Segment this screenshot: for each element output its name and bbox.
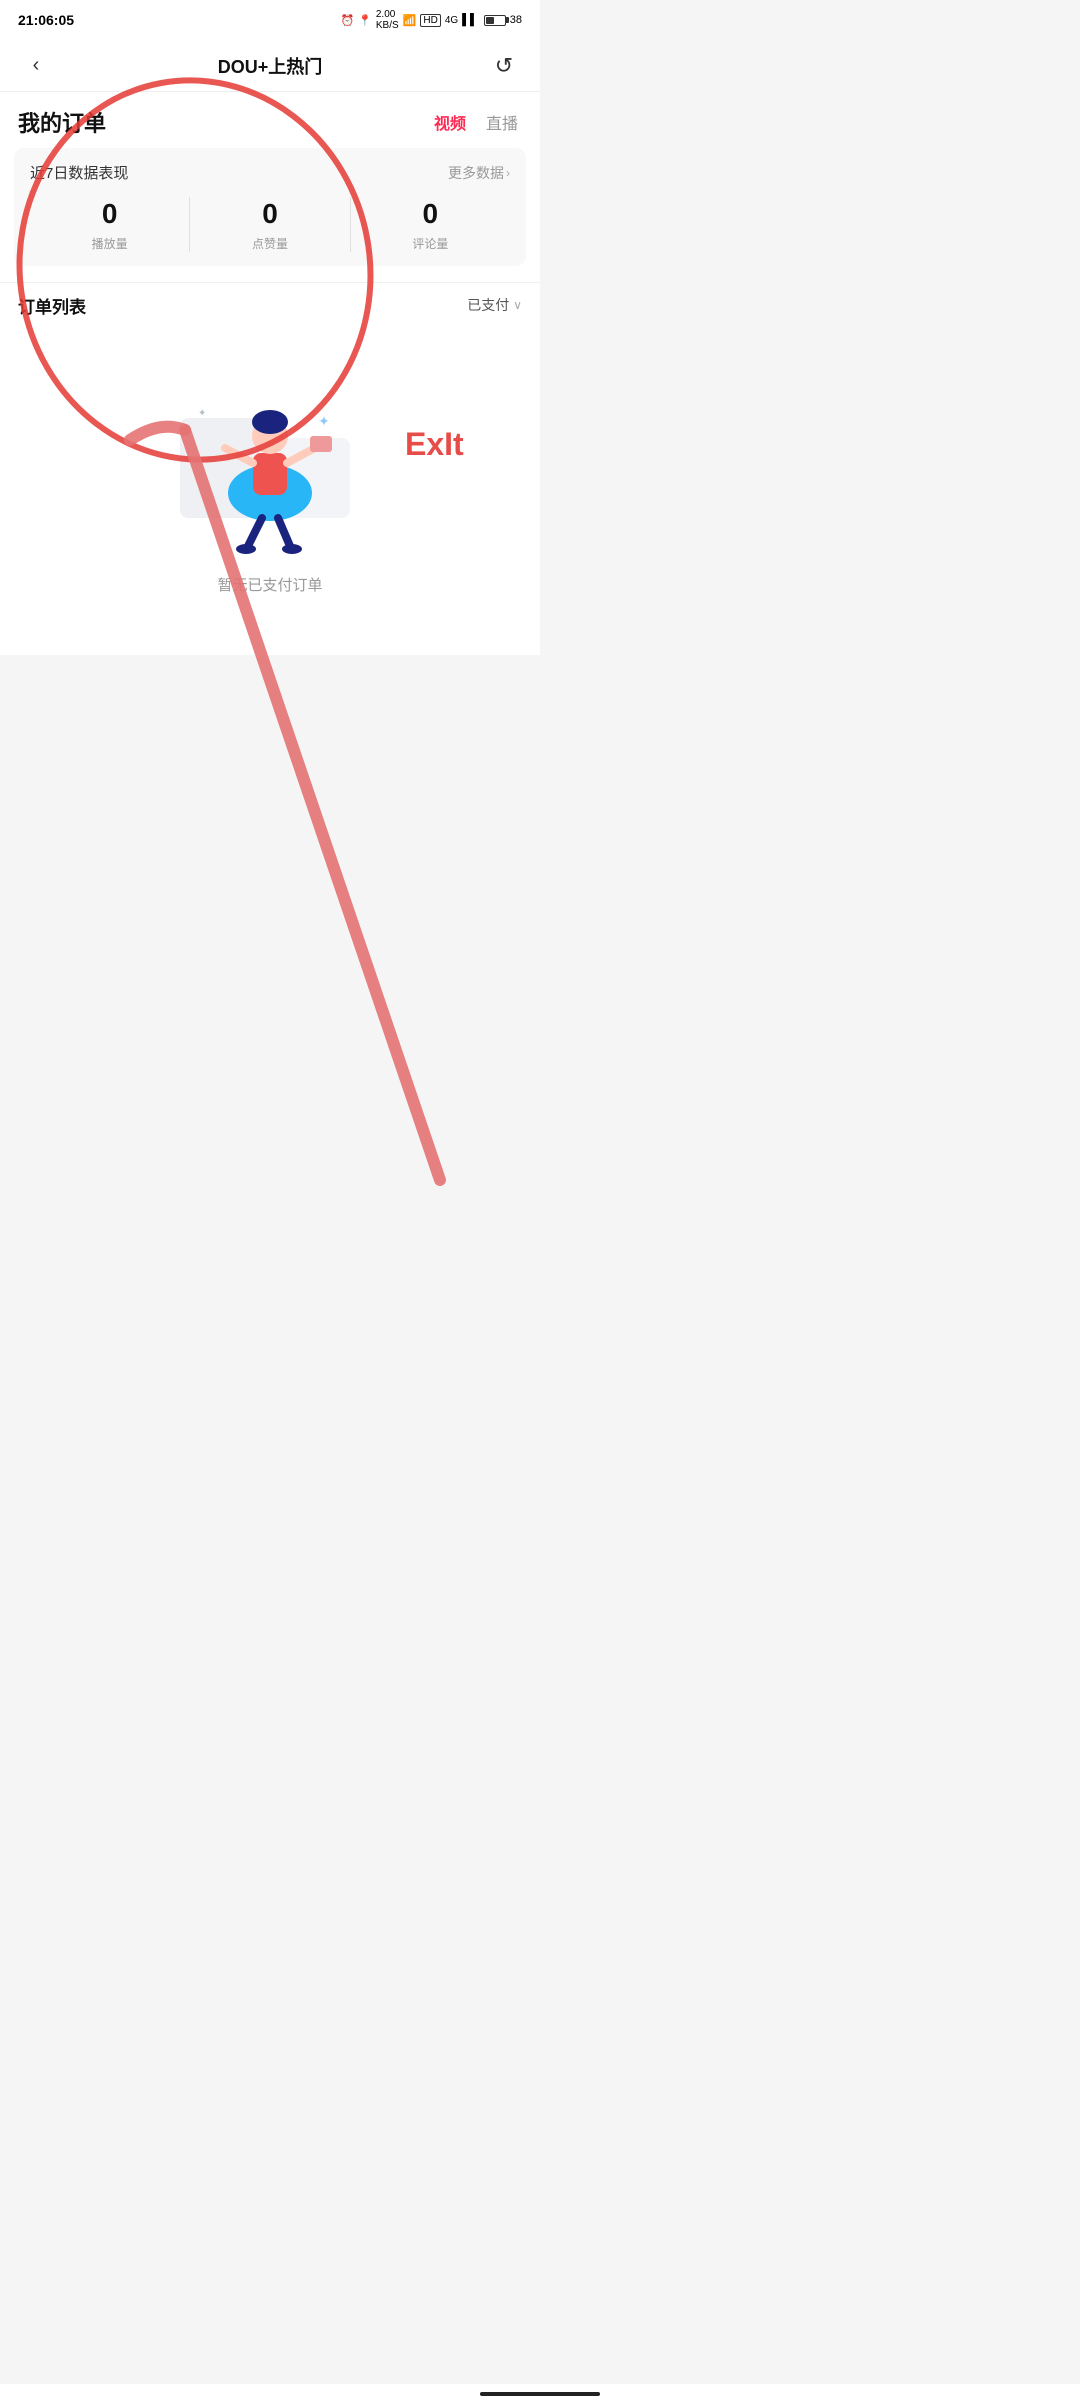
filter-label: 已支付 [467,295,509,315]
speed-label: 2.00KB/S [376,9,399,31]
signal-4g-icon: 4G [445,15,458,26]
more-data-button[interactable]: 更多数据 › [448,163,510,183]
refresh-icon: ↺ [495,53,513,79]
likes-label: 点赞量 [190,235,349,252]
stats-row: 0 播放量 0 点赞量 0 评论量 [30,197,510,252]
wifi-icon: 📶 [403,14,417,27]
back-icon: ‹ [33,54,40,77]
alarm-icon: ⏰ [340,14,354,27]
page-content: 我的订单 视频 直播 近7日数据表现 更多数据 › 0 播放量 0 点赞量 [0,92,540,655]
status-icons: ⏰ 📍 2.00KB/S 📶 HD 4G ▌▌ 38 [340,9,522,31]
stats-card-header: 近7日数据表现 更多数据 › [30,162,510,183]
chevron-down-icon: ∨ [513,298,522,312]
stat-comments: 0 评论量 [351,197,510,252]
order-filter-button[interactable]: 已支付 ∨ [467,295,522,315]
refresh-button[interactable]: ↺ [486,48,522,84]
svg-text:✦: ✦ [318,413,330,429]
comments-label: 评论量 [351,235,510,252]
likes-value: 0 [190,197,349,231]
order-list-title: 订单列表 [18,293,86,318]
tab-live[interactable]: 直播 [482,108,522,136]
battery-level: 38 [510,14,522,26]
tab-video[interactable]: 视频 [430,108,470,136]
hd-icon: HD [420,14,440,27]
stats-card-title: 近7日数据表现 [30,162,128,183]
status-bar: 21:06:05 ⏰ 📍 2.00KB/S 📶 HD 4G ▌▌ 38 [0,0,540,40]
nav-bar: ‹ DOU+上热门 ↺ [0,40,540,92]
tab-group: 视频 直播 [430,108,522,136]
chevron-right-icon: › [506,166,510,180]
home-bar [480,2392,600,2396]
signal-bars-icon: ▌▌ [462,14,478,26]
more-data-label: 更多数据 [448,163,504,183]
comments-value: 0 [351,197,510,231]
page-title: DOU+上热门 [218,53,323,79]
stats-card: 近7日数据表现 更多数据 › 0 播放量 0 点赞量 0 评论量 [14,148,526,266]
plays-label: 播放量 [30,235,189,252]
battery-icon [484,15,506,26]
stat-plays: 0 播放量 [30,197,189,252]
empty-illustration: ✦ ✦ [170,358,370,558]
home-indicator [0,2384,1080,2400]
my-orders-title: 我的订单 [18,106,106,138]
back-button[interactable]: ‹ [18,48,54,84]
order-list-header: 订单列表 已支付 ∨ [0,282,540,328]
empty-text: 暂无已支付订单 [217,574,322,595]
plays-value: 0 [30,197,189,231]
location-icon: 📍 [358,14,372,27]
status-time: 21:06:05 [18,12,74,28]
svg-text:✦: ✦ [198,408,206,419]
header-row: 我的订单 视频 直播 [0,92,540,148]
empty-state: ✦ ✦ 暂无已支付订单 [0,328,540,635]
stat-likes: 0 点赞量 [190,197,349,252]
